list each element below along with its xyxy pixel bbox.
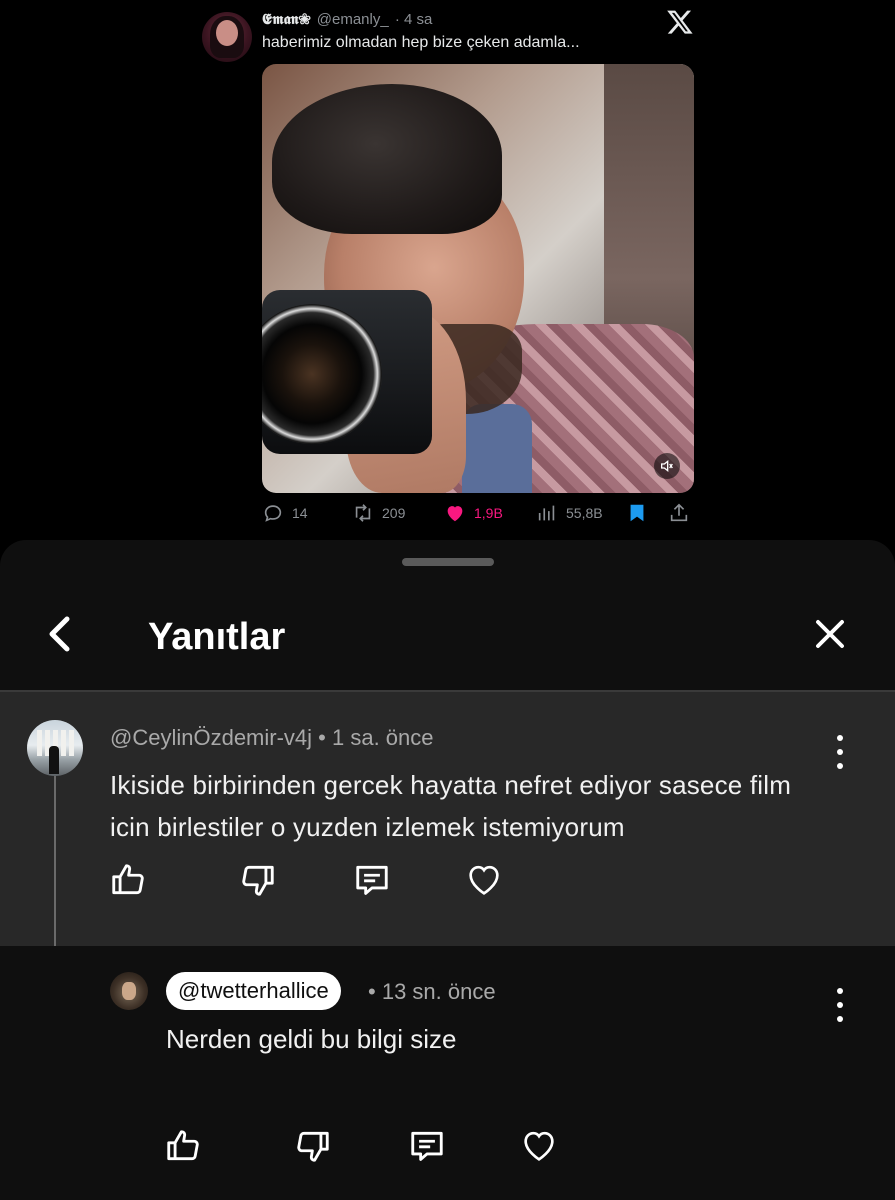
tweet-text: haberimiz olmadan hep bize çeken adamla.… [262, 34, 580, 51]
heart-icon [464, 860, 504, 905]
volume-icon[interactable] [654, 453, 680, 479]
bookmark-button[interactable] [626, 502, 648, 524]
meta-separator: • [318, 725, 332, 750]
more-vertical-icon[interactable] [828, 988, 852, 1022]
reply-mention-pill[interactable]: @twetterhallice [166, 972, 341, 1010]
back-button[interactable] [40, 612, 84, 660]
reply-meta: • 13 sn. önce [368, 979, 496, 1005]
heart-icon [519, 1126, 559, 1171]
tweet-media-video[interactable] [262, 64, 694, 493]
comment-meta: @CeylinÖzdemir-v4j • 1 sa. önce [110, 725, 434, 751]
retweet-button[interactable]: 209 [352, 502, 405, 524]
reply-count: 14 [292, 505, 308, 521]
bookmark-icon [626, 502, 648, 524]
thumbs-up-icon [164, 1127, 202, 1170]
reply-actions [161, 1126, 581, 1170]
dislike-comment-button[interactable] [236, 860, 280, 904]
back-chevron-icon [42, 614, 82, 659]
comment-icon [408, 1127, 446, 1170]
comment-text: Ikiside birbirinden gercek hayatta nefre… [110, 770, 792, 842]
share-icon [668, 502, 690, 524]
heart-comment-button[interactable] [462, 860, 506, 904]
comment-icon [353, 861, 391, 904]
more-vertical-icon[interactable] [828, 735, 852, 769]
like-comment-button[interactable] [106, 860, 150, 904]
embedded-tweet: 𝕰𝖒𝖆𝖓❀ @emanly_ · 4 sa haberimiz olmadan h… [0, 0, 895, 545]
tweet-author-avatar[interactable] [202, 12, 252, 62]
like-reply-button[interactable] [161, 1126, 205, 1170]
heart-icon [444, 502, 466, 524]
tweet-author-name[interactable]: 𝕰𝖒𝖆𝖓❀ [262, 10, 311, 28]
reply-author-avatar[interactable] [110, 972, 148, 1010]
tweet-author-handle[interactable]: @emanly_ [317, 11, 389, 28]
tweet-time: · 4 sa [394, 11, 433, 28]
comment-item: @CeylinÖzdemir-v4j • 1 sa. önce Ikiside … [0, 692, 895, 946]
sheet-header: Yanıtlar [0, 590, 895, 690]
reply-button[interactable]: 14 [262, 502, 308, 524]
reply-item: @twetterhallice • 13 sn. önce Nerden gel… [0, 946, 895, 1200]
comment-author[interactable]: @CeylinÖzdemir-v4j [110, 725, 312, 750]
share-button[interactable] [668, 502, 690, 524]
comment-actions [106, 860, 526, 904]
reply-comment-button[interactable] [350, 860, 394, 904]
dislike-reply-button[interactable] [291, 1126, 335, 1170]
views-count: 55,8B [566, 505, 603, 521]
close-icon [812, 616, 848, 657]
sheet-title: Yanıtlar [148, 616, 286, 658]
tweet-header: 𝕰𝖒𝖆𝖓❀ @emanly_ · 4 sa [262, 10, 432, 28]
retweet-count: 209 [382, 505, 406, 521]
reply-icon [262, 502, 284, 524]
thumbs-down-icon [294, 1127, 332, 1170]
reply-to-reply-button[interactable] [405, 1126, 449, 1170]
comment-time: 1 sa. önce [332, 725, 434, 750]
thumbs-down-icon [239, 861, 277, 904]
close-button[interactable] [806, 612, 854, 660]
sheet-drag-handle[interactable] [402, 558, 494, 566]
tweet-actions: 14 209 1,9B 55,8B [262, 502, 694, 526]
replies-sheet: Yanıtlar @CeylinÖzdemir-v4j • 1 sa. önce… [0, 540, 895, 1200]
thumbs-up-icon [109, 861, 147, 904]
reply-time: 13 sn. önce [381, 979, 496, 1004]
reply-text: Nerden geldi bu bilgi size [166, 1024, 457, 1054]
heart-reply-button[interactable] [517, 1126, 561, 1170]
x-logo-icon[interactable] [666, 8, 694, 36]
views-icon [536, 502, 558, 524]
meta-separator: • [368, 979, 382, 1004]
retweet-icon [352, 502, 374, 524]
views-button[interactable]: 55,8B [536, 502, 603, 524]
like-count: 1,9B [474, 505, 503, 521]
like-button[interactable]: 1,9B [444, 502, 503, 524]
comment-author-avatar[interactable] [27, 720, 83, 776]
